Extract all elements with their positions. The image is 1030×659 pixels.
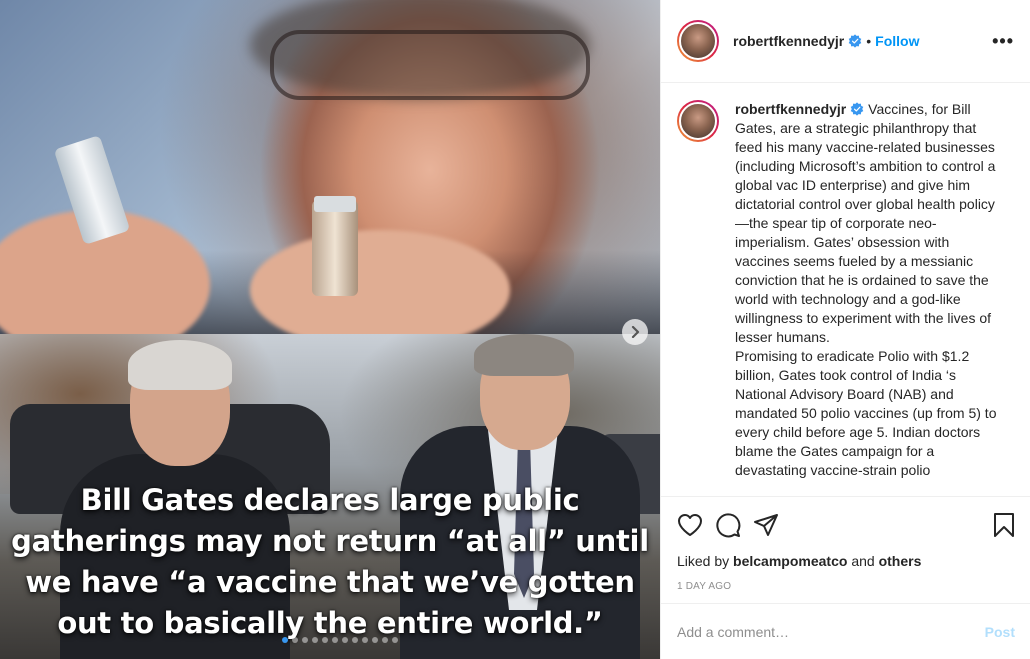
carousel-dot bbox=[352, 637, 358, 643]
caption-area: robertfkennedyjr Vaccines, for Bill Gate… bbox=[661, 84, 1030, 495]
carousel-dot bbox=[312, 637, 318, 643]
post-comment-button[interactable]: Post bbox=[985, 624, 1015, 640]
carousel-dot bbox=[302, 637, 308, 643]
post-header: robertfkennedyjr • Follow ••• bbox=[661, 0, 1030, 83]
save-button[interactable] bbox=[993, 512, 1015, 538]
carousel-dot bbox=[382, 637, 388, 643]
share-icon bbox=[754, 514, 778, 536]
photo-holding-vaccine-vials bbox=[0, 0, 660, 360]
caption-paragraph-2: Promising to eradicate Polio with $1.2 b… bbox=[735, 348, 997, 478]
bookmark-icon bbox=[994, 513, 1014, 537]
caption-paragraph-1: Vaccines, for Bill Gates, are a strategi… bbox=[735, 101, 996, 345]
caption-avatar[interactable] bbox=[677, 100, 719, 142]
heart-icon bbox=[678, 514, 702, 536]
comment-input[interactable] bbox=[677, 623, 985, 640]
carousel-dot bbox=[332, 637, 338, 643]
post-actions: Liked by belcampomeatco and others 1 DAY… bbox=[661, 496, 1030, 592]
carousel-dot bbox=[372, 637, 378, 643]
comment-box: Post bbox=[661, 603, 1030, 659]
comment-icon bbox=[716, 513, 741, 538]
more-options-button[interactable]: ••• bbox=[992, 31, 1014, 52]
media-overlay-quote: Bill Gates declares large public gatheri… bbox=[11, 483, 649, 640]
carousel-dot bbox=[342, 637, 348, 643]
liked-by-user[interactable]: belcampomeatco bbox=[733, 553, 847, 569]
caption-text: robertfkennedyjr Vaccines, for Bill Gate… bbox=[735, 100, 1005, 480]
likes-conjunction: and bbox=[851, 553, 875, 569]
comment-button[interactable] bbox=[715, 512, 741, 538]
header-separator: • bbox=[866, 33, 872, 49]
carousel-dot bbox=[392, 637, 398, 643]
verified-badge-icon bbox=[850, 102, 864, 116]
carousel-dot bbox=[282, 637, 288, 643]
likes-summary: Liked by belcampomeatco and others bbox=[677, 553, 1015, 569]
carousel-dot bbox=[322, 637, 328, 643]
follow-button[interactable]: Follow bbox=[875, 33, 919, 49]
chevron-right-icon bbox=[631, 326, 640, 338]
likes-prefix: Liked by bbox=[677, 553, 730, 569]
like-button[interactable] bbox=[677, 513, 703, 537]
avatar[interactable] bbox=[677, 20, 719, 62]
likes-others-link[interactable]: others bbox=[879, 553, 922, 569]
verified-badge-icon bbox=[848, 34, 862, 48]
post-media[interactable]: Bill Gates declares large public gatheri… bbox=[0, 0, 660, 659]
carousel-next-button[interactable] bbox=[622, 319, 648, 345]
post-timestamp[interactable]: 1 DAY AGO bbox=[677, 581, 1015, 592]
post-side-panel: robertfkennedyjr • Follow ••• robertfken… bbox=[660, 0, 1030, 659]
share-button[interactable] bbox=[753, 513, 779, 537]
caption-username[interactable]: robertfkennedyjr bbox=[735, 101, 846, 117]
header-username[interactable]: robertfkennedyjr bbox=[733, 33, 844, 49]
carousel-dot bbox=[292, 637, 298, 643]
carousel-dot bbox=[362, 637, 368, 643]
carousel-indicators bbox=[282, 637, 398, 643]
